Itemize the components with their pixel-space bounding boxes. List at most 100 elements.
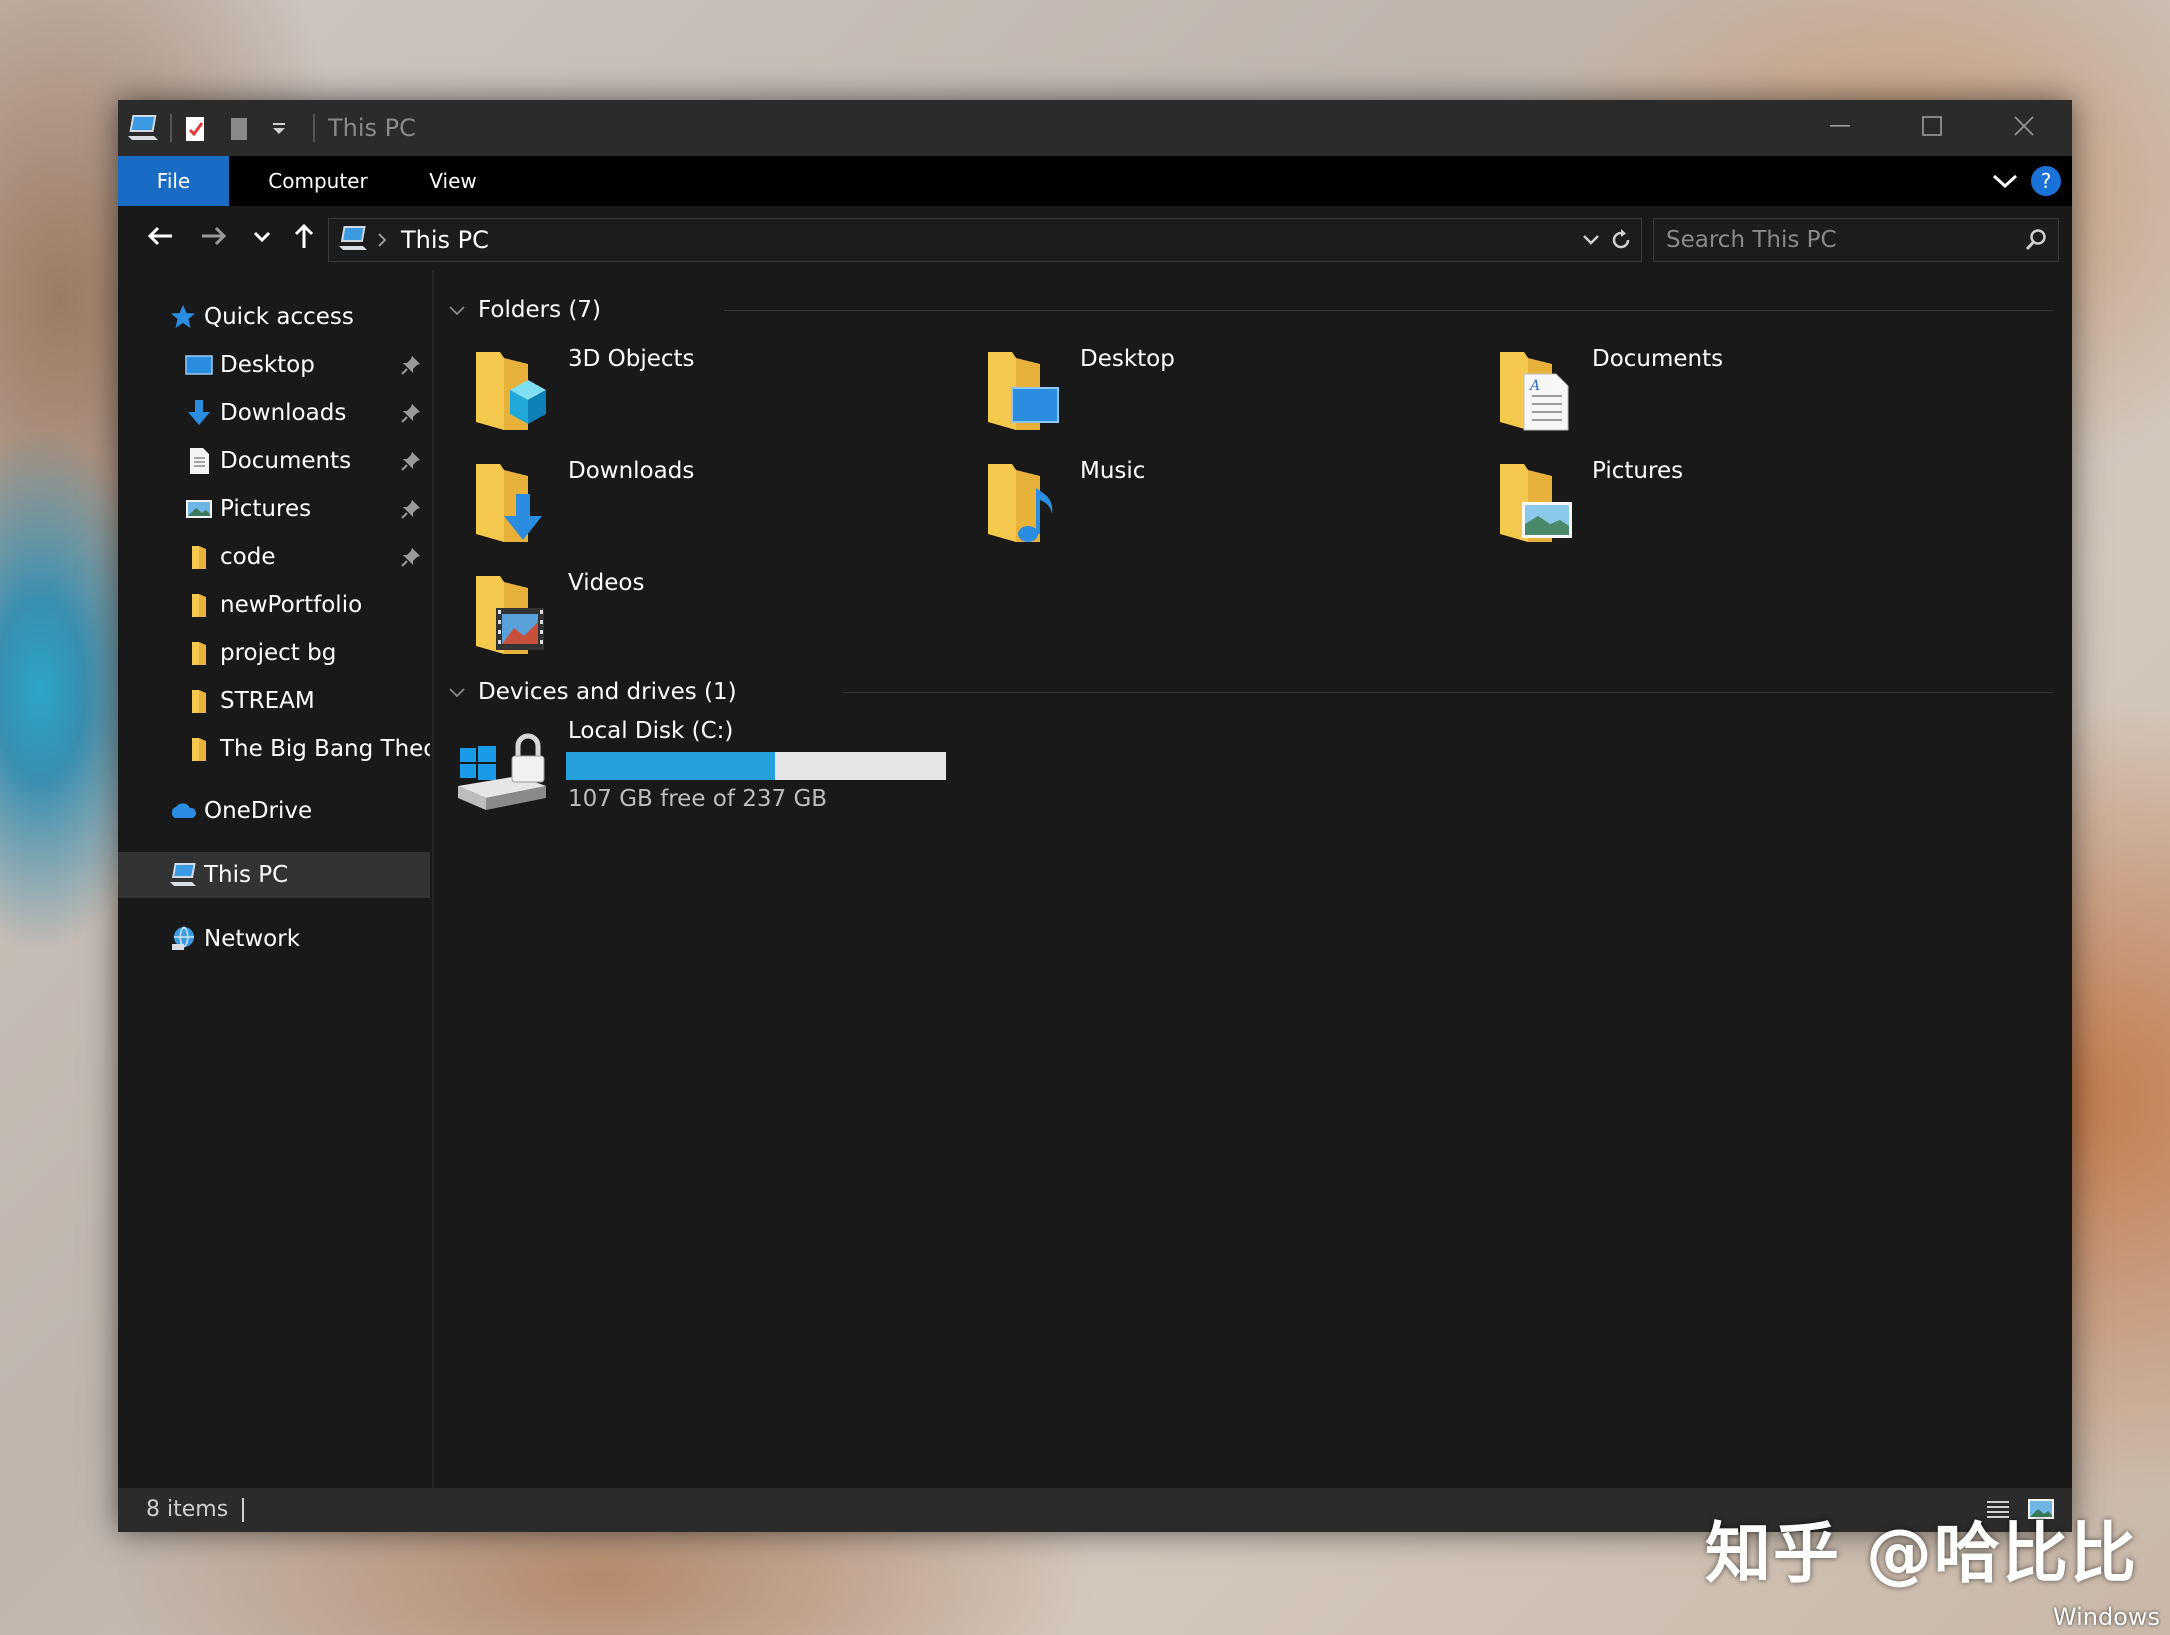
window-computer-icon[interactable] xyxy=(126,112,162,144)
sidebar-item-label: The Big Bang Theor xyxy=(220,736,430,762)
forward-arrow-icon xyxy=(200,224,228,252)
watermark-text: 知乎 @哈比比 xyxy=(1705,1515,2138,1592)
title-separator xyxy=(313,114,315,142)
expand-ribbon-button[interactable] xyxy=(1990,168,2020,194)
folder-tile-downloads[interactable]: Downloads xyxy=(448,452,948,552)
forward-button[interactable] xyxy=(194,218,234,258)
svg-text:A: A xyxy=(1528,378,1540,394)
3d-objects-folder-icon xyxy=(470,346,550,436)
folder-icon xyxy=(184,686,214,716)
tab-view[interactable]: View xyxy=(398,156,508,206)
computer-icon xyxy=(337,224,369,258)
drive-tile-local-disk-c[interactable]: Local Disk (C:) 107 GB free of 237 GB xyxy=(448,718,1048,828)
folder-tile-documents[interactable]: A Documents xyxy=(1472,340,1972,440)
group-divider xyxy=(842,692,2054,693)
search-icon[interactable] xyxy=(2024,228,2048,256)
refresh-icon[interactable] xyxy=(1609,228,1633,256)
explorer-window: This PC File Computer View ? This PC Sea… xyxy=(118,100,2072,1532)
folder-tile-music[interactable]: Music xyxy=(960,452,1460,552)
address-path[interactable]: This PC xyxy=(401,219,489,261)
sidebar-item-label: Network xyxy=(204,926,301,952)
sidebar-item-documents[interactable]: Documents xyxy=(118,438,430,484)
folder-icon xyxy=(184,542,214,572)
ribbon-tabs: File Computer View ? xyxy=(118,156,2072,206)
folder-label: Documents xyxy=(1592,346,1724,372)
folder-tile-3d-objects[interactable]: 3D Objects xyxy=(448,340,948,440)
pin-icon[interactable] xyxy=(400,546,422,574)
help-button[interactable]: ? xyxy=(2031,166,2061,196)
folder-tile-desktop[interactable]: Desktop xyxy=(960,340,1460,440)
sidebar-item-label: Pictures xyxy=(220,496,312,522)
sidebar-item-label: Desktop xyxy=(220,352,315,378)
sidebar-item-label: OneDrive xyxy=(204,798,313,824)
sidebar-item-network[interactable]: Network xyxy=(118,916,430,962)
folders-group-header[interactable]: Folders (7) xyxy=(448,290,601,330)
folder-tile-pictures[interactable]: Pictures xyxy=(1472,452,1972,552)
folder-label: Downloads xyxy=(568,458,695,484)
folder-icon xyxy=(184,734,214,764)
picture-icon xyxy=(184,494,214,524)
sidebar-item-project-bg[interactable]: project bg xyxy=(118,630,430,676)
sidebar-item-code[interactable]: code xyxy=(118,534,430,580)
maximize-button[interactable] xyxy=(1886,100,1978,156)
sidebar-item-label: project bg xyxy=(220,640,337,666)
music-folder-icon xyxy=(982,458,1062,548)
title-separator xyxy=(170,114,172,142)
search-input[interactable]: Search This PC xyxy=(1653,218,2059,262)
download-arrow-icon xyxy=(184,398,214,428)
pictures-folder-icon xyxy=(1494,458,1574,548)
maximize-icon xyxy=(1921,115,1943,141)
address-bar[interactable]: This PC xyxy=(328,218,1642,262)
up-button[interactable] xyxy=(284,218,324,258)
folder-tile-videos[interactable]: Videos xyxy=(448,564,948,664)
tab-file[interactable]: File xyxy=(118,156,229,206)
up-arrow-icon xyxy=(292,222,316,254)
folder-icon xyxy=(184,638,214,668)
sidebar-item-the-big-bang-theory[interactable]: The Big Bang Theor xyxy=(118,726,430,772)
folder-label: Desktop xyxy=(1080,346,1175,372)
sidebar-item-onedrive[interactable]: OneDrive xyxy=(118,788,430,834)
sidebar-item-quick-access[interactable]: Quick access xyxy=(118,294,430,340)
sidebar-item-pictures[interactable]: Pictures xyxy=(118,486,430,532)
recent-locations-button[interactable] xyxy=(242,218,282,258)
folder-label: Videos xyxy=(568,570,645,596)
sidebar-item-downloads[interactable]: Downloads xyxy=(118,390,430,436)
close-button[interactable] xyxy=(1978,100,2070,156)
folder-label: Pictures xyxy=(1592,458,1684,484)
network-icon xyxy=(168,924,198,954)
sidebar-item-stream[interactable]: STREAM xyxy=(118,678,430,724)
group-divider xyxy=(724,310,2054,311)
customize-quick-access-icon[interactable] xyxy=(268,112,290,144)
drive-label: Local Disk (C:) xyxy=(568,718,734,744)
cloud-icon xyxy=(168,796,198,826)
navigation-bar: This PC Search This PC xyxy=(118,206,2072,270)
chevron-down-icon xyxy=(1990,174,2020,198)
properties-icon[interactable] xyxy=(180,112,210,144)
chevron-down-icon xyxy=(448,679,466,705)
new-folder-icon[interactable] xyxy=(226,112,252,144)
sidebar-item-label: Documents xyxy=(220,448,352,474)
sidebar-item-newportfolio[interactable]: newPortfolio xyxy=(118,582,430,628)
sidebar-item-desktop[interactable]: Desktop xyxy=(118,342,430,388)
tab-computer[interactable]: Computer xyxy=(238,156,398,206)
close-icon xyxy=(2013,115,2035,141)
sidebar-item-this-pc[interactable]: This PC xyxy=(118,852,430,898)
address-dropdown-icon[interactable] xyxy=(1581,230,1601,254)
folder-label: 3D Objects xyxy=(568,346,695,372)
status-separator xyxy=(242,1498,244,1522)
folder-label: Music xyxy=(1080,458,1146,484)
title-bar: This PC xyxy=(118,100,2072,156)
pin-icon[interactable] xyxy=(400,450,422,478)
desktop-icon xyxy=(184,350,214,380)
back-arrow-icon xyxy=(146,224,174,252)
back-button[interactable] xyxy=(140,218,180,258)
folders-group-title: Folders (7) xyxy=(478,297,601,323)
sidebar-item-label: STREAM xyxy=(220,688,315,714)
devices-group-header[interactable]: Devices and drives (1) xyxy=(448,672,737,712)
drive-free-space: 107 GB free of 237 GB xyxy=(568,786,828,812)
pin-icon[interactable] xyxy=(400,498,422,526)
pin-icon[interactable] xyxy=(400,354,422,382)
pin-icon[interactable] xyxy=(400,402,422,430)
star-icon xyxy=(168,302,198,332)
minimize-button[interactable] xyxy=(1794,100,1886,156)
